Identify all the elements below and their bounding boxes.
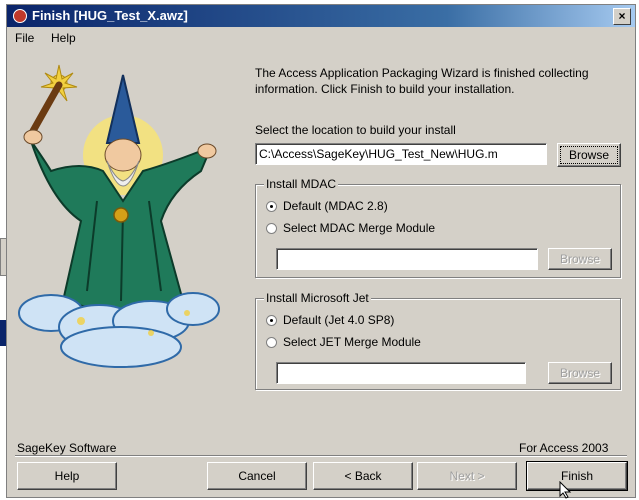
menu-file[interactable]: File [15,31,34,45]
location-browse-button[interactable]: Browse [557,143,621,167]
intro-text: The Access Application Packaging Wizard … [255,66,589,96]
jet-default-label: Default (Jet 4.0 SP8) [283,313,395,327]
jet-default-option[interactable]: Default (Jet 4.0 SP8) [266,313,394,327]
mouse-cursor-icon [559,481,572,499]
close-button[interactable]: × [613,8,631,25]
wizard-illustration [18,64,220,368]
jet-group: Install Microsoft Jet Default (Jet 4.0 S… [255,291,621,390]
jet-module-field[interactable] [276,362,526,384]
location-label: Select the location to build your instal… [255,123,456,137]
mdac-group: Install MDAC Default (MDAC 2.8) Select M… [255,177,621,278]
mdac-default-option[interactable]: Default (MDAC 2.8) [266,199,388,213]
jet-merge-option[interactable]: Select JET Merge Module [266,335,421,349]
mdac-merge-label: Select MDAC Merge Module [283,221,436,235]
menu-bar: File Help [7,29,635,47]
mdac-default-label: Default (MDAC 2.8) [283,199,388,213]
title-bar[interactable]: Finish [HUG_Test_X.awz] × [7,5,635,27]
product-version-label: For Access 2003 [519,441,609,455]
app-icon [13,9,27,23]
radio-unselected-icon[interactable] [266,337,277,348]
finish-button[interactable]: Finish [526,461,628,491]
cancel-button[interactable]: Cancel [207,462,307,490]
radio-selected-icon[interactable] [266,315,277,326]
mdac-module-field[interactable] [276,248,538,270]
mdac-group-legend: Install MDAC [264,177,339,191]
jet-group-legend: Install Microsoft Jet [264,291,371,305]
footer-separator [15,455,627,457]
company-label: SageKey Software [17,441,117,455]
staff-icon [29,81,63,135]
help-button[interactable]: Help [17,462,117,490]
jet-merge-label: Select JET Merge Module [283,335,421,349]
mdac-browse-button[interactable]: Browse [548,248,612,270]
jet-browse-button[interactable]: Browse [548,362,612,384]
menu-help[interactable]: Help [51,31,76,45]
radio-selected-icon[interactable] [266,201,277,212]
install-location-field[interactable]: C:\Access\SageKey\HUG_Test_New\HUG.m [255,143,547,165]
finish-dialog: Finish [HUG_Test_X.awz] × File Help The … [6,4,636,499]
next-button[interactable]: Next > [417,462,517,490]
wizard-hat-icon [105,74,141,144]
window-title: Finish [HUG_Test_X.awz] [32,8,188,23]
mdac-merge-option[interactable]: Select MDAC Merge Module [266,221,435,235]
back-button[interactable]: < Back [313,462,413,490]
radio-unselected-icon[interactable] [266,223,277,234]
